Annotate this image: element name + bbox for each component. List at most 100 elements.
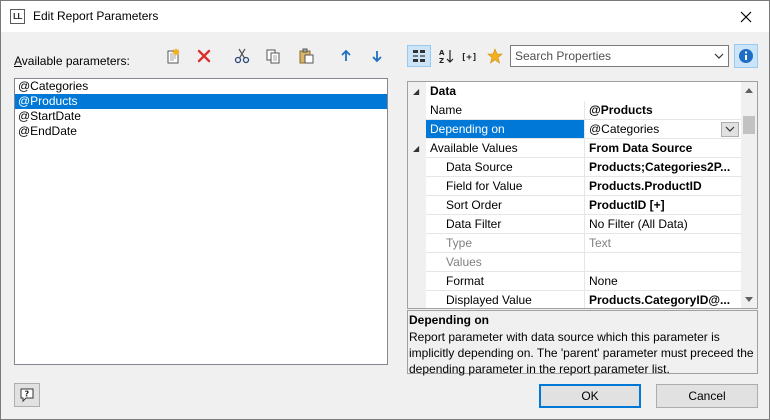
row-margin — [408, 101, 426, 120]
row-margin — [408, 234, 426, 253]
expand-collapse-button[interactable]: [+] — [459, 45, 483, 67]
help-button[interactable]: ? — [14, 383, 40, 407]
property-value — [584, 253, 743, 272]
available-parameters-label: Available parameters: — [14, 54, 130, 68]
parameter-item-enddate[interactable]: @EndDate — [15, 124, 387, 139]
property-row-name[interactable]: Name @Products — [408, 101, 743, 120]
row-margin — [408, 177, 426, 196]
parameter-item-products[interactable]: @Products — [15, 94, 387, 109]
property-row-sort-order[interactable]: Sort Order ProductID [+] — [408, 196, 743, 215]
move-down-button[interactable] — [366, 45, 388, 67]
property-value[interactable]: ProductID [+] — [584, 196, 743, 215]
property-value[interactable]: Products;Categories2P... — [584, 158, 743, 177]
category-row-data[interactable]: ◢ Data — [408, 82, 743, 101]
property-name: Available Values — [430, 141, 518, 155]
move-up-button[interactable] — [335, 45, 357, 67]
row-margin — [408, 215, 426, 234]
property-row-format[interactable]: Format None — [408, 272, 743, 291]
property-name: Type — [446, 236, 473, 250]
property-value[interactable]: Products.ProductID — [584, 177, 743, 196]
cancel-button[interactable]: Cancel — [656, 384, 758, 408]
property-row-field-for-value[interactable]: Field for Value Products.ProductID — [408, 177, 743, 196]
svg-text:Z: Z — [439, 57, 444, 64]
description-line: depending parameter in the report parame… — [409, 362, 670, 376]
label-mnemonic: A — [14, 54, 22, 68]
property-name: Data Source — [446, 160, 513, 174]
scroll-down-button[interactable] — [741, 291, 757, 308]
svg-text:A: A — [439, 49, 445, 57]
new-parameter-icon — [167, 48, 180, 64]
row-margin — [408, 120, 426, 139]
row-margin — [408, 158, 426, 177]
move-up-icon — [341, 49, 351, 61]
description-line: Report parameter with data source which … — [409, 330, 720, 344]
copy-button[interactable] — [262, 45, 284, 67]
move-down-icon — [372, 51, 382, 63]
property-row-available-values[interactable]: ◢ Available Values From Data Source — [408, 139, 743, 158]
property-row-data-source[interactable]: Data Source Products;Categories2P... — [408, 158, 743, 177]
categorized-view-button[interactable] — [407, 45, 431, 67]
scroll-down-arrow-icon — [745, 297, 753, 302]
property-name: Name — [430, 103, 463, 117]
info-button[interactable] — [734, 44, 758, 68]
property-value[interactable]: @Products — [584, 101, 743, 120]
property-value[interactable]: No Filter (All Data) — [584, 215, 743, 234]
collapse-arrow-icon[interactable]: ◢ — [413, 144, 419, 153]
label-rest: vailable parameters: — [21, 54, 130, 68]
vertical-scrollbar[interactable] — [741, 82, 757, 308]
title-bar: LL Edit Report Parameters — [1, 1, 769, 32]
description-title: Depending on — [409, 313, 489, 327]
property-value[interactable]: From Data Source — [584, 139, 743, 158]
description-line: implicitly depending on. The 'parent' pa… — [409, 346, 754, 360]
property-row-data-filter[interactable]: Data Filter No Filter (All Data) — [408, 215, 743, 234]
collapse-arrow-icon[interactable]: ◢ — [413, 87, 419, 96]
cut-button[interactable] — [231, 45, 253, 67]
property-name: Values — [446, 255, 482, 269]
sort-alphabetical-button[interactable]: A Z — [434, 45, 458, 67]
property-name: Sort Order — [446, 198, 503, 212]
dialog-window: LL Edit Report Parameters Available para… — [0, 0, 770, 420]
property-name: Data Filter — [446, 217, 502, 231]
property-row-depending-on[interactable]: Depending on @Categories — [408, 120, 743, 139]
copy-icon — [266, 49, 280, 64]
search-properties-box[interactable] — [510, 45, 729, 67]
dropdown-button[interactable] — [721, 122, 739, 137]
property-value[interactable]: None — [584, 272, 743, 291]
ok-button[interactable]: OK — [539, 384, 641, 408]
categorized-icon — [413, 50, 425, 62]
property-row-displayed-value[interactable]: Displayed Value Products.CategoryID@... — [408, 291, 743, 308]
property-name: Format — [446, 274, 485, 288]
property-value[interactable]: Products.CategoryID@... — [584, 291, 743, 308]
property-name: Field for Value — [446, 179, 523, 193]
scroll-up-arrow-icon — [745, 88, 753, 93]
row-margin — [408, 272, 426, 291]
close-button[interactable] — [723, 1, 769, 32]
sort-az-icon: A Z — [439, 49, 454, 64]
delete-icon — [197, 49, 211, 63]
delete-parameter-button[interactable] — [193, 45, 215, 67]
property-grid[interactable]: ◢ Data Name @Products Depending on @Cate… — [407, 81, 758, 309]
scroll-up-button[interactable] — [741, 82, 757, 99]
help-icon: ? — [20, 388, 34, 403]
category-label: Data — [430, 84, 457, 98]
parameter-item-categories[interactable]: @Categories — [15, 79, 387, 94]
svg-text:[+]: [+] — [461, 53, 477, 63]
search-properties-input[interactable] — [511, 48, 701, 64]
paste-icon — [299, 48, 314, 64]
property-value[interactable]: @Categories — [584, 120, 743, 139]
close-icon — [740, 11, 752, 22]
paste-button[interactable] — [295, 45, 317, 67]
app-icon: LL — [10, 9, 25, 24]
chevron-down-icon — [725, 126, 735, 132]
property-name: Displayed Value — [446, 293, 532, 307]
chevron-down-icon[interactable] — [714, 52, 724, 60]
new-parameter-button[interactable] — [162, 45, 184, 67]
parameter-item-startdate[interactable]: @StartDate — [15, 109, 387, 124]
description-panel: Depending on Report parameter with data … — [407, 310, 758, 376]
favorites-button[interactable] — [483, 45, 507, 67]
info-icon — [739, 49, 753, 63]
help-glyph: ? — [25, 390, 30, 399]
cut-icon — [234, 48, 250, 64]
parameter-list[interactable]: @Categories @Products @StartDate @EndDat… — [14, 78, 388, 365]
scroll-thumb[interactable] — [743, 116, 755, 134]
